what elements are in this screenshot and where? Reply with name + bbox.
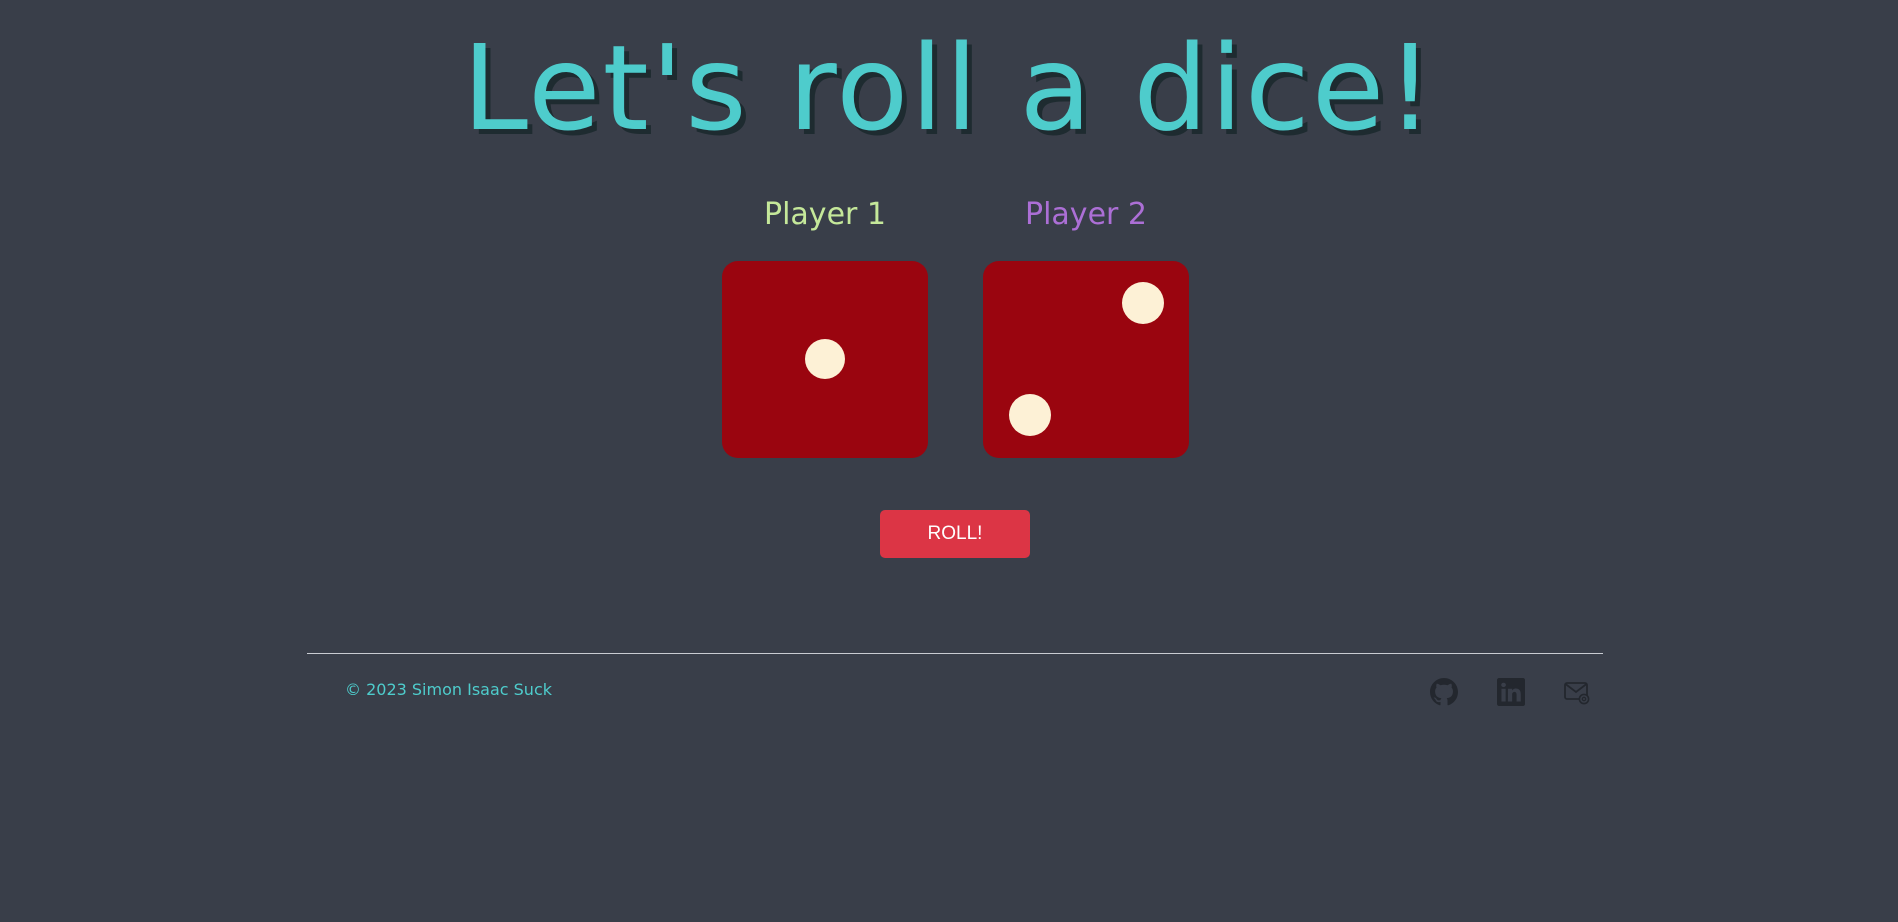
player-2-label: Player 2 [1025,197,1147,232]
player-1-die [722,261,928,458]
linkedin-link[interactable] [1497,678,1525,706]
email-icon [1564,682,1590,705]
roll-button[interactable]: ROLL! [880,510,1030,558]
copyright-text: © 2023 Simon Isaac Suck [345,680,552,699]
github-link[interactable] [1430,678,1458,706]
footer-divider [307,653,1603,654]
github-icon [1430,678,1458,706]
linkedin-icon [1497,678,1525,706]
die-2-pip-bottom-left [1009,394,1051,436]
page-title: Let's roll a dice! [462,19,1436,157]
die-2-pip-top-right [1122,282,1164,324]
die-1-pip-center [805,339,845,379]
player-1-label: Player 1 [764,197,886,232]
player-2-die [983,261,1189,458]
die-2-face [983,261,1189,458]
email-link[interactable] [1563,678,1591,706]
die-1-face [722,261,928,458]
